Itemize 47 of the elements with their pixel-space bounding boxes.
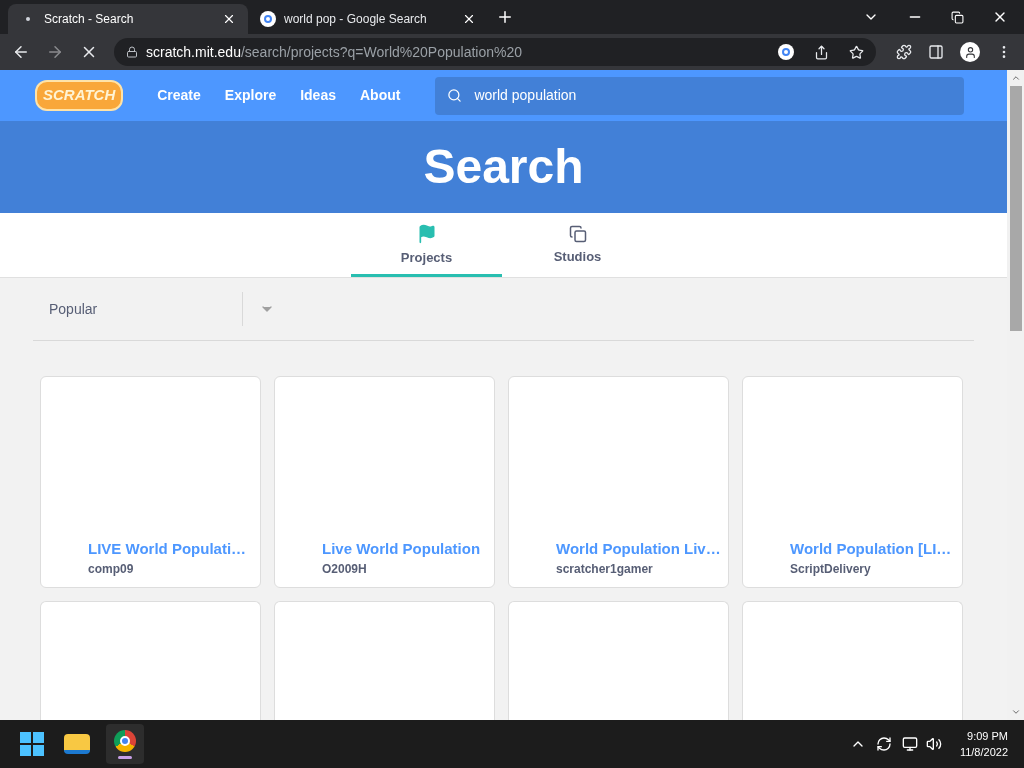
search-tab[interactable]: Projects xyxy=(351,213,502,277)
sort-dropdown[interactable]: Popular xyxy=(33,292,243,326)
tab-title: Scratch - Search xyxy=(44,11,135,28)
scroll-down-icon[interactable] xyxy=(1010,707,1021,717)
clock-date[interactable]: 11/8/2022 xyxy=(959,744,1008,760)
chrome-icon[interactable] xyxy=(106,724,144,764)
sort-value: Popular xyxy=(49,299,98,319)
tab-icon xyxy=(26,17,30,21)
back-icon[interactable] xyxy=(12,43,30,61)
folder-icon[interactable] xyxy=(64,734,90,754)
tab-label: Studios xyxy=(553,247,602,266)
search-value: world population xyxy=(474,86,577,105)
scroll-up-icon[interactable] xyxy=(1010,73,1021,83)
browser-tab[interactable]: Scratch - Search xyxy=(8,4,248,34)
project-card[interactable]: World Population Liv… scratcher1gamer xyxy=(508,376,729,588)
bookmark-star-icon[interactable] xyxy=(849,44,864,60)
share-icon[interactable] xyxy=(814,44,829,60)
tab-title: world pop - Google Search xyxy=(284,11,428,28)
profile-icon[interactable] xyxy=(960,42,980,62)
network-icon[interactable] xyxy=(901,736,918,752)
restore-icon[interactable] xyxy=(951,10,964,24)
project-card[interactable]: LIVE World Populati… comp09 xyxy=(40,376,261,588)
volume-icon[interactable] xyxy=(925,736,942,752)
clock-time[interactable]: 9:09 PM xyxy=(967,728,1008,744)
page-title: Search xyxy=(423,139,584,195)
project-card[interactable]: Live World Population O2009H xyxy=(274,376,495,588)
close-icon[interactable] xyxy=(462,12,476,26)
search-tab[interactable]: Studios xyxy=(502,213,653,277)
project-author[interactable]: ScriptDelivery xyxy=(790,561,950,577)
search-field[interactable]: world population xyxy=(435,76,965,115)
project-card[interactable]: World Population [LI… ScriptDelivery xyxy=(742,376,963,588)
lock-icon xyxy=(126,46,138,58)
project-author[interactable]: comp09 xyxy=(88,561,248,577)
close-icon[interactable] xyxy=(222,12,236,26)
address-field[interactable]: scratch.mit.edu/search/projects?q=World%20Population%20 xyxy=(114,38,876,66)
project-author[interactable]: scratcher1gamer xyxy=(556,561,716,577)
side-panel-icon[interactable] xyxy=(928,44,944,60)
project-author[interactable]: O2009H xyxy=(322,561,482,577)
url-text: scratch.mit.edu/search/projects?q=World%20Population%20 xyxy=(146,42,523,62)
search-icon xyxy=(447,88,463,103)
windows-start-icon[interactable] xyxy=(20,732,44,756)
sync-icon[interactable] xyxy=(875,736,892,752)
forward-icon[interactable] xyxy=(46,43,64,61)
tab-label: Projects xyxy=(400,248,453,267)
browser-tab[interactable]: world pop - Google Search xyxy=(248,4,488,34)
extensions-icon[interactable] xyxy=(896,44,912,60)
new-tab-icon[interactable] xyxy=(496,8,514,26)
